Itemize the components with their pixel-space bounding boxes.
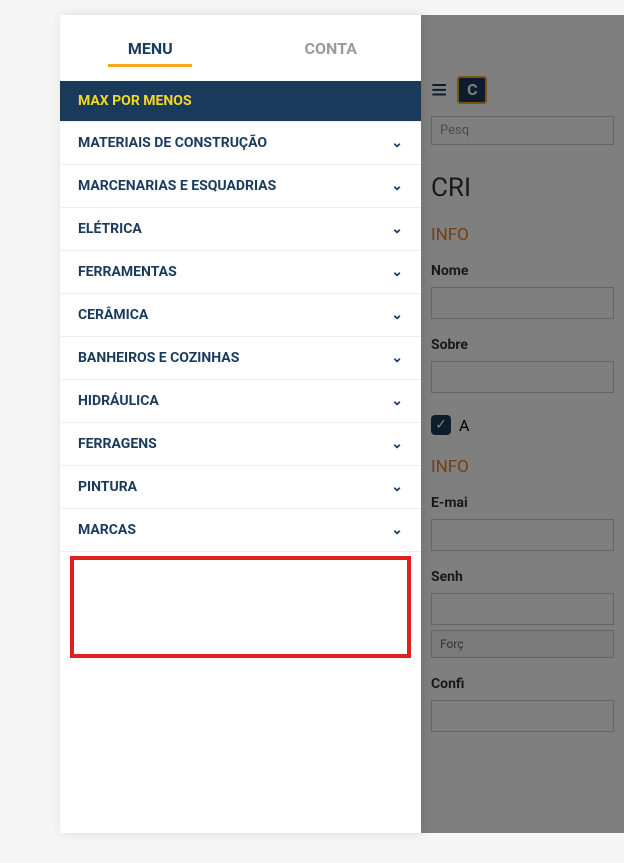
category-item[interactable]: MARCAS ⌄ <box>60 509 421 552</box>
category-item[interactable]: CERÂMICA ⌄ <box>60 294 421 337</box>
category-label: MARCAS <box>78 522 136 538</box>
category-label: PINTURA <box>78 479 137 495</box>
category-item[interactable]: ELÉTRICA ⌄ <box>60 208 421 251</box>
chevron-down-icon: ⌄ <box>391 307 403 323</box>
category-label: ELÉTRICA <box>78 221 142 237</box>
tab-menu[interactable]: MENU <box>60 15 241 81</box>
chevron-down-icon: ⌄ <box>391 436 403 452</box>
category-label: FERRAGENS <box>78 436 157 452</box>
category-list: MAX POR MENOS MATERIAIS DE CONSTRUÇÃO ⌄ … <box>60 81 421 662</box>
chevron-down-icon: ⌄ <box>391 221 403 237</box>
chevron-down-icon: ⌄ <box>391 522 403 538</box>
category-label: MATERIAIS DE CONSTRUÇÃO <box>78 135 267 151</box>
category-item[interactable]: FERRAGENS ⌄ <box>60 423 421 466</box>
modal-overlay[interactable] <box>421 15 624 833</box>
category-item[interactable]: BANHEIROS E COZINHAS ⌄ <box>60 337 421 380</box>
chevron-down-icon: ⌄ <box>391 479 403 495</box>
category-label: FERRAMENTAS <box>78 264 177 280</box>
chevron-down-icon: ⌄ <box>391 178 403 194</box>
tab-conta[interactable]: CONTA <box>241 15 422 81</box>
category-label: CERÂMICA <box>78 307 148 323</box>
category-item[interactable]: MARCENARIAS E ESQUADRIAS ⌄ <box>60 165 421 208</box>
category-item[interactable]: MATERIAIS DE CONSTRUÇÃO ⌄ <box>60 122 421 165</box>
category-label: MARCENARIAS E ESQUADRIAS <box>78 178 276 194</box>
annotation-highlight <box>70 556 411 658</box>
chevron-down-icon: ⌄ <box>391 135 403 151</box>
category-label: HIDRÁULICA <box>78 393 159 409</box>
menu-drawer: MENU CONTA MAX POR MENOS MATERIAIS DE CO… <box>60 15 421 833</box>
category-max-por-menos[interactable]: MAX POR MENOS <box>60 81 421 122</box>
chevron-down-icon: ⌄ <box>391 350 403 366</box>
category-item[interactable]: FERRAMENTAS ⌄ <box>60 251 421 294</box>
category-label: BANHEIROS E COZINHAS <box>78 350 239 366</box>
chevron-down-icon: ⌄ <box>391 393 403 409</box>
chevron-down-icon: ⌄ <box>391 264 403 280</box>
category-item[interactable]: PINTURA ⌄ <box>60 466 421 509</box>
category-item[interactable]: HIDRÁULICA ⌄ <box>60 380 421 423</box>
drawer-tabs: MENU CONTA <box>60 15 421 81</box>
